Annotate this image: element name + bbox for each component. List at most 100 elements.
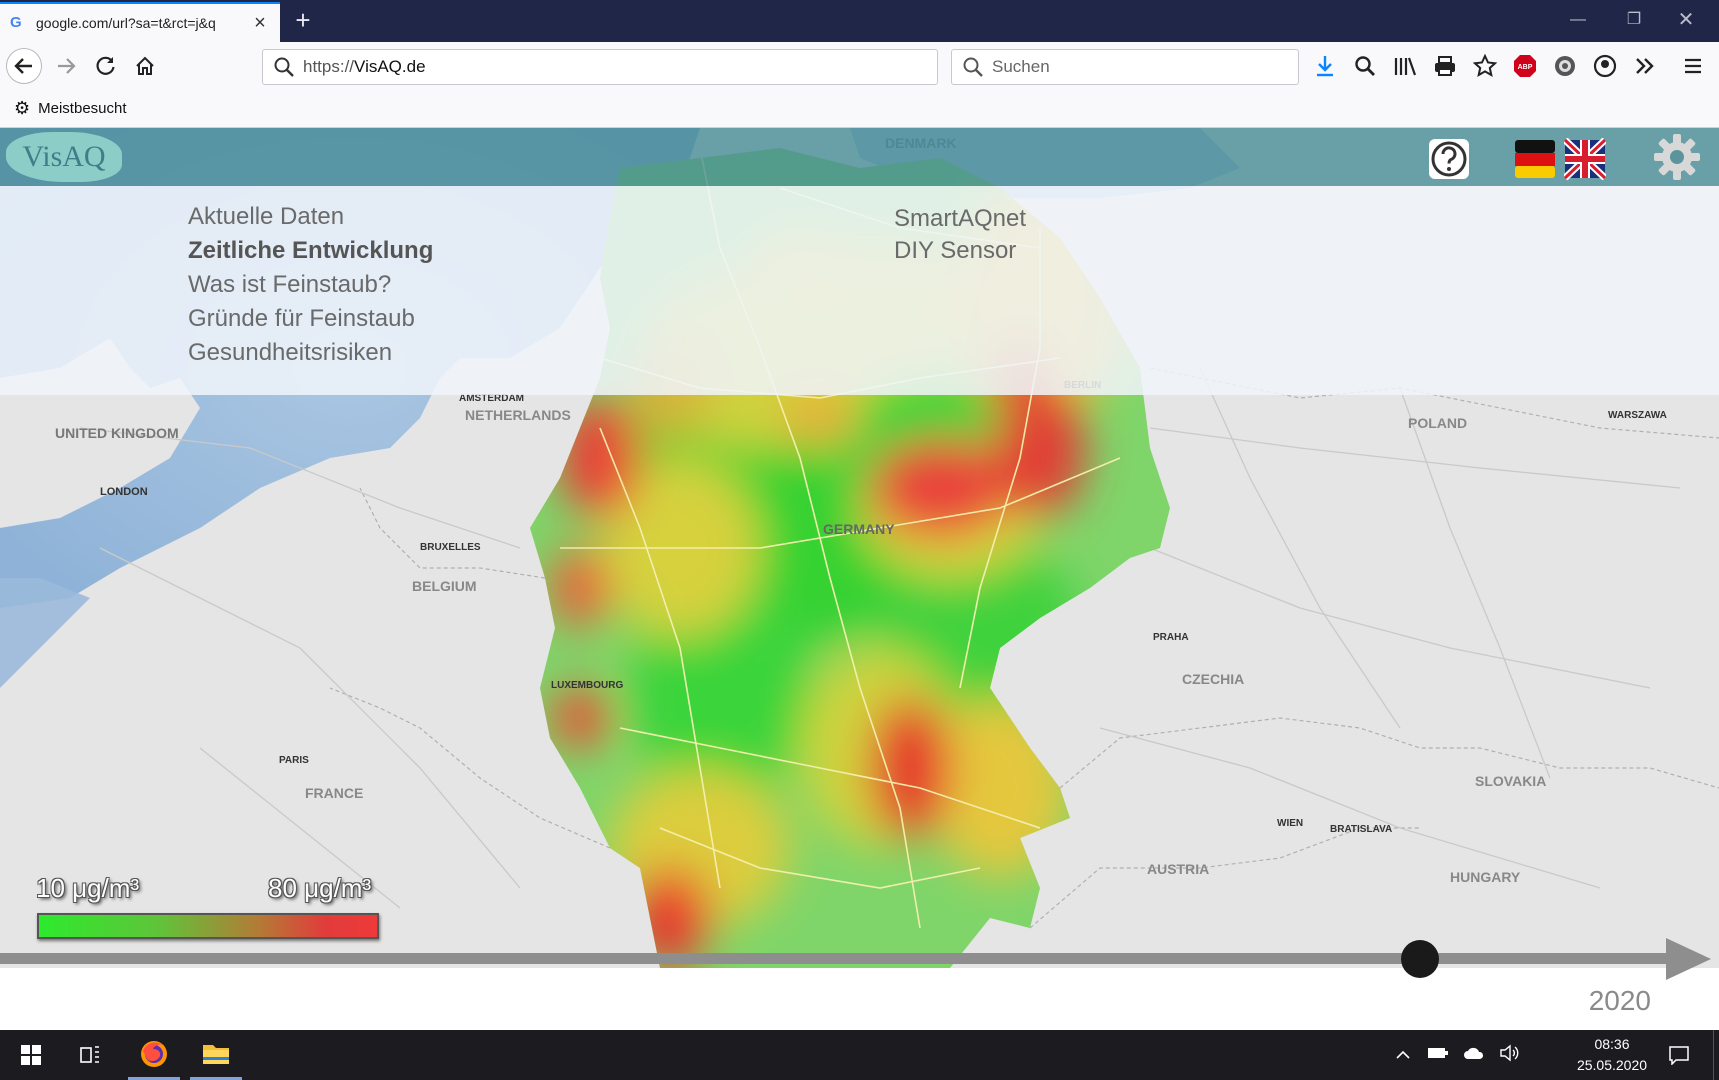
uk-flag-icon xyxy=(1562,137,1608,181)
printer-icon xyxy=(1435,56,1455,76)
adblock-plus-icon: ABP xyxy=(1514,55,1536,77)
svg-text:PARIS: PARIS xyxy=(279,755,309,766)
restore-window-button[interactable]: ❐ xyxy=(1614,6,1654,34)
task-view-button[interactable] xyxy=(66,1030,116,1080)
gear-icon: ⚙ xyxy=(14,98,31,118)
reload-button[interactable] xyxy=(88,48,124,84)
germany-flag-icon xyxy=(1515,140,1555,178)
svg-text:ABP: ABP xyxy=(1518,64,1533,71)
extension-button[interactable] xyxy=(1550,52,1580,80)
forward-button[interactable] xyxy=(48,48,84,84)
svg-text:GERMANY: GERMANY xyxy=(823,521,895,537)
svg-text:HUNGARY: HUNGARY xyxy=(1450,869,1521,885)
bookmark-star-button[interactable] xyxy=(1470,52,1500,80)
menu-item-gesundheitsrisiken[interactable]: Gesundheitsrisiken xyxy=(188,339,392,367)
google-favicon-icon: G xyxy=(10,14,22,31)
minimize-window-button[interactable]: — xyxy=(1558,6,1598,34)
find-button[interactable] xyxy=(1350,52,1380,80)
svg-text:WARSZAWA: WARSZAWA xyxy=(1608,410,1667,421)
svg-text:SLOVAKIA: SLOVAKIA xyxy=(1475,773,1546,789)
legend-max-label: 80 μg/m³ xyxy=(268,873,372,903)
notification-icon xyxy=(1669,1046,1689,1065)
svg-text:POLAND: POLAND xyxy=(1408,415,1467,431)
svg-text:LONDON: LONDON xyxy=(100,486,148,498)
url-host: VisAQ.de xyxy=(354,57,426,76)
timeline-slider[interactable] xyxy=(0,938,1719,1008)
print-button[interactable] xyxy=(1430,52,1460,80)
firefox-icon xyxy=(141,1040,167,1067)
chevron-up-icon[interactable] xyxy=(1395,1047,1411,1064)
volume-icon[interactable] xyxy=(1499,1044,1521,1066)
library-button[interactable] xyxy=(1390,52,1420,80)
onedrive-cloud-icon[interactable] xyxy=(1463,1046,1485,1064)
taskbar-firefox[interactable] xyxy=(128,1030,180,1080)
account-button[interactable] xyxy=(1590,52,1620,80)
hamburger-menu-button[interactable] xyxy=(1678,52,1708,80)
svg-text:PRAHA: PRAHA xyxy=(1153,632,1189,643)
menu-item-diy-sensor[interactable]: DIY Sensor xyxy=(894,237,1016,265)
svg-text:LUXEMBOURG: LUXEMBOURG xyxy=(551,680,623,691)
start-button[interactable] xyxy=(6,1030,56,1080)
settings-gear-icon xyxy=(1654,134,1700,180)
timeline-handle[interactable] xyxy=(1401,940,1439,978)
url-bar[interactable]: https:// VisAQ.de xyxy=(262,49,938,85)
menu-item-aktuelle-daten[interactable]: Aktuelle Daten xyxy=(188,203,344,231)
taskbar-clock[interactable]: 08:36 25.05.2020 xyxy=(1562,1034,1662,1076)
url-protocol: https:// xyxy=(303,57,355,76)
double-chevron-right-icon xyxy=(1636,58,1654,74)
svg-text:UNITED KINGDOM: UNITED KINGDOM xyxy=(55,425,179,441)
download-arrow-icon xyxy=(1317,56,1333,77)
tab-title: google.com/url?sa=t&rct=j&q xyxy=(36,15,216,31)
menu-item-smartaqnet[interactable]: SmartAQnet xyxy=(894,205,1026,233)
search-input[interactable] xyxy=(992,57,1282,77)
home-button[interactable] xyxy=(127,48,163,84)
menu-item-gruende-fuer-feinstaub[interactable]: Gründe für Feinstaub xyxy=(188,305,415,333)
clock-time: 08:36 xyxy=(1594,1036,1630,1052)
legend-color-scale xyxy=(37,913,379,939)
language-german-button[interactable] xyxy=(1514,138,1556,180)
svg-text:FRANCE: FRANCE xyxy=(305,785,363,801)
menu-item-zeitliche-entwicklung[interactable]: Zeitliche Entwicklung xyxy=(188,237,433,265)
close-window-button[interactable]: ✕ xyxy=(1666,6,1706,34)
search-icon xyxy=(963,57,983,77)
action-center-button[interactable] xyxy=(1654,1030,1704,1080)
arrow-left-icon xyxy=(14,58,32,74)
back-button[interactable] xyxy=(6,48,42,84)
help-button[interactable] xyxy=(1428,138,1470,180)
clock-date: 25.05.2020 xyxy=(1576,1057,1648,1073)
svg-text:BRUXELLES: BRUXELLES xyxy=(420,542,481,553)
windows-logo-icon xyxy=(21,1045,41,1065)
settings-button[interactable] xyxy=(1652,132,1702,180)
browser-tab[interactable]: G google.com/url?sa=t&rct=j&q × xyxy=(0,2,280,42)
help-question-icon xyxy=(1429,139,1469,179)
legend-min-label: 10 μg/m³ xyxy=(36,873,140,903)
search-icon xyxy=(1355,56,1375,76)
folder-icon xyxy=(203,1044,229,1064)
language-english-button[interactable] xyxy=(1562,137,1608,181)
reload-icon xyxy=(96,56,115,75)
show-desktop-button[interactable] xyxy=(1713,1030,1719,1080)
timeline-arrow-icon xyxy=(1666,938,1711,980)
menu-item-was-ist-feinstaub[interactable]: Was ist Feinstaub? xyxy=(188,271,391,299)
overflow-menu-button[interactable] xyxy=(1630,52,1660,80)
search-bar[interactable] xyxy=(951,49,1299,85)
windows-taskbar: 08:36 25.05.2020 xyxy=(0,1030,1719,1080)
home-icon xyxy=(136,56,154,75)
taskbar-file-explorer[interactable] xyxy=(190,1030,242,1080)
bookmark-meistbesucht[interactable]: ⚙ Meistbesucht xyxy=(14,98,127,119)
search-icon xyxy=(274,57,294,77)
svg-text:NETHERLANDS: NETHERLANDS xyxy=(465,407,571,423)
downloads-button[interactable] xyxy=(1310,52,1340,80)
svg-text:BRATISLAVA: BRATISLAVA xyxy=(1330,824,1392,835)
visaq-logo[interactable]: VisAQ xyxy=(6,132,122,182)
svg-text:AUSTRIA: AUSTRIA xyxy=(1147,861,1209,877)
arrow-right-icon xyxy=(58,58,76,74)
adblock-button[interactable]: ABP xyxy=(1510,52,1540,80)
close-tab-icon[interactable]: × xyxy=(250,12,270,35)
account-circle-icon xyxy=(1593,54,1617,78)
task-view-icon xyxy=(80,1046,99,1063)
battery-icon[interactable] xyxy=(1427,1046,1449,1064)
navigation-toolbar: https:// VisAQ.de ABP xyxy=(0,42,1719,90)
new-tab-button[interactable]: + xyxy=(288,6,318,36)
browser-titlebar: G google.com/url?sa=t&rct=j&q × + — ❐ ✕ xyxy=(0,0,1719,42)
